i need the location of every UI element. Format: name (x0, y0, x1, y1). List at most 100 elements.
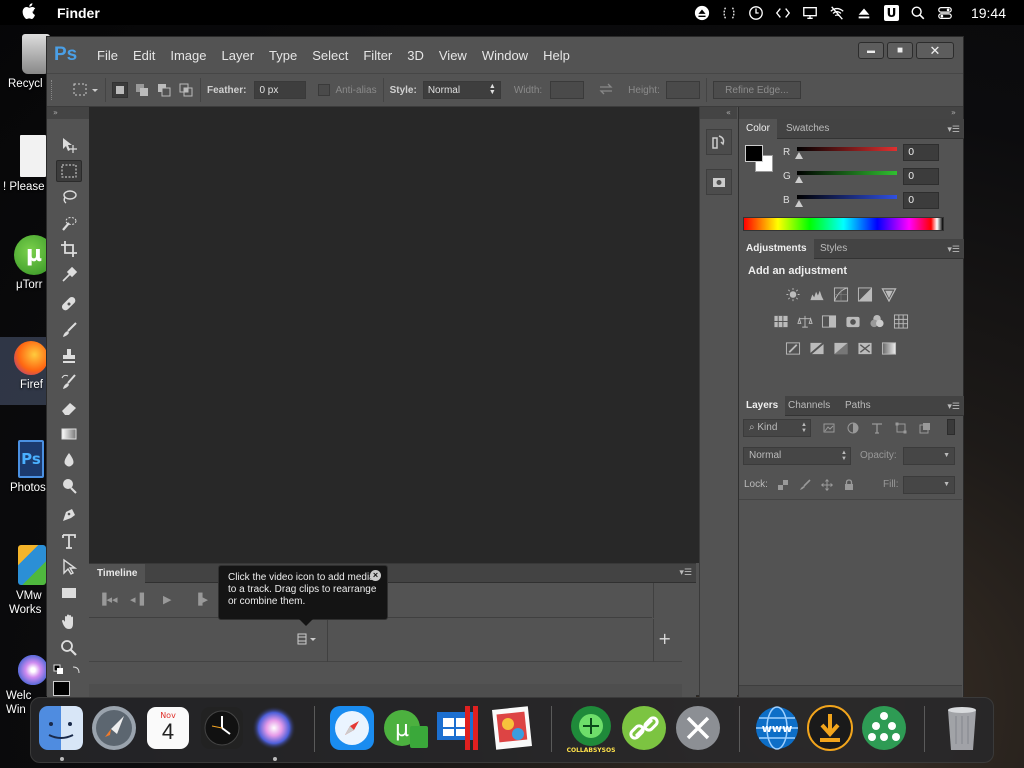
menu-help[interactable]: Help (543, 48, 570, 63)
refine-edge-button[interactable]: Refine Edge... (712, 81, 801, 99)
search-icon[interactable] (905, 0, 932, 25)
history-brush-tool-icon[interactable] (56, 371, 82, 393)
lock-image-pixels-icon[interactable] (799, 479, 811, 491)
color-balance-icon[interactable] (797, 314, 813, 329)
exposure-icon[interactable] (857, 287, 873, 302)
black-white-icon[interactable] (821, 314, 837, 329)
minimize-button[interactable]: ▬ (858, 42, 884, 59)
height-input[interactable] (665, 81, 700, 99)
tab-layers[interactable]: Layers (739, 396, 786, 416)
document-canvas[interactable] (89, 107, 699, 563)
display-icon[interactable] (797, 0, 824, 25)
tab-color[interactable]: Color (739, 119, 777, 139)
levels-icon[interactable] (809, 287, 825, 302)
menu-layer[interactable]: Layer (222, 48, 255, 63)
filter-shape-layers-icon[interactable] (895, 422, 907, 434)
play-icon[interactable]: ▶ (163, 593, 171, 606)
hand-tool-icon[interactable] (56, 611, 82, 633)
intersect-selection-icon[interactable] (178, 82, 194, 98)
dock-trash-icon[interactable] (937, 703, 987, 753)
dock-link-app-icon[interactable] (619, 703, 669, 753)
layer-filter-kind-select[interactable]: ⌕ Kind ▲ ▼ (743, 419, 811, 437)
pen-tool-icon[interactable] (56, 504, 82, 526)
dock-clock-icon[interactable] (197, 703, 247, 753)
invert-icon[interactable] (785, 341, 801, 356)
color-spectrum-ramp[interactable] (743, 217, 944, 231)
green-value-input[interactable]: 0 (903, 168, 939, 185)
blue-slider-knob[interactable] (795, 200, 803, 207)
color-lookup-icon[interactable] (893, 314, 909, 329)
properties-panel-icon[interactable] (706, 169, 732, 195)
dock-parallels-icon[interactable] (434, 703, 484, 753)
active-app-name[interactable]: Finder (57, 5, 100, 21)
add-selection-icon[interactable] (134, 82, 150, 98)
dock-people-network-icon[interactable] (859, 703, 909, 753)
red-value-input[interactable]: 0 (903, 144, 939, 161)
menu-image[interactable]: Image (170, 48, 206, 63)
tab-paths[interactable]: Paths (838, 396, 878, 416)
eraser-tool-icon[interactable] (56, 397, 82, 419)
panel-menu-icon[interactable]: ▾☰ (947, 124, 960, 135)
feather-input[interactable]: 0 px (254, 81, 307, 99)
desktop-icon-photoshop[interactable]: Ps Photos (0, 440, 50, 494)
code-brackets-icon[interactable] (770, 0, 797, 25)
menu-select[interactable]: Select (312, 48, 348, 63)
type-tool-icon[interactable] (56, 530, 82, 552)
width-input[interactable] (550, 81, 585, 99)
vibrance-icon[interactable] (881, 287, 897, 302)
desktop-icon-utorrent[interactable]: µ μTorr (0, 235, 54, 291)
dock-downloads-icon[interactable] (805, 703, 855, 753)
tab-adjustments[interactable]: Adjustments (739, 239, 814, 259)
foreground-color-swatch[interactable] (53, 681, 77, 697)
timeline-track[interactable]: + (89, 619, 682, 662)
panel-collapse-icon[interactable]: « (700, 107, 737, 119)
menu-view[interactable]: View (439, 48, 467, 63)
dock-safari-icon[interactable] (327, 703, 377, 753)
brightness-contrast-icon[interactable] (785, 287, 801, 302)
control-center-icon[interactable] (932, 0, 959, 25)
red-slider[interactable] (797, 147, 897, 151)
audio-wave-icon[interactable] (716, 0, 743, 25)
move-tool-icon[interactable] (56, 134, 82, 156)
tooltip-close-icon[interactable]: × (370, 570, 381, 581)
dock-launchpad-icon[interactable] (89, 703, 139, 753)
filter-smart-objects-icon[interactable] (919, 422, 931, 434)
panel-menu-icon[interactable]: ▾☰ (947, 244, 960, 255)
threshold-icon[interactable] (833, 341, 849, 356)
blue-slider[interactable] (797, 195, 897, 199)
clone-stamp-tool-icon[interactable] (56, 345, 82, 367)
film-strip-icon[interactable] (297, 631, 317, 650)
curves-icon[interactable] (833, 287, 849, 302)
rectangle-tool-icon[interactable] (56, 582, 82, 604)
history-panel-icon[interactable] (706, 129, 732, 155)
time-machine-icon[interactable] (743, 0, 770, 25)
healing-brush-tool-icon[interactable] (56, 293, 82, 315)
menu-edit[interactable]: Edit (133, 48, 155, 63)
zoom-tool-icon[interactable] (56, 637, 82, 659)
lasso-tool-icon[interactable] (56, 186, 82, 208)
go-to-first-frame-icon[interactable]: ▐◂◂ (98, 593, 118, 606)
dock-preview-icon[interactable] (487, 703, 537, 753)
blue-value-input[interactable]: 0 (903, 192, 939, 209)
dock-calendar-icon[interactable]: Nov 4 (143, 703, 193, 753)
blend-mode-select[interactable]: Normal ▲ ▼ (743, 447, 851, 465)
style-select[interactable]: Normal ▲ ▼ (422, 81, 501, 99)
eyedropper-tool-icon[interactable] (56, 264, 82, 286)
brush-tool-icon[interactable] (56, 319, 82, 341)
default-colors-icon[interactable] (53, 664, 83, 680)
menubar-clock[interactable]: 19:44 (971, 5, 1006, 21)
eject-circle-icon[interactable] (689, 0, 716, 25)
green-slider[interactable] (797, 171, 897, 175)
filter-type-layers-icon[interactable] (871, 422, 883, 434)
desktop-icon-recycle-bin[interactable]: Recycl (0, 34, 50, 90)
layers-list[interactable] (739, 499, 962, 684)
color-swatches[interactable] (745, 145, 775, 173)
close-button[interactable]: ✕ (916, 42, 954, 59)
tab-styles[interactable]: Styles (813, 239, 854, 259)
desktop-icon-vmware[interactable]: VMw Works (0, 545, 50, 617)
panel-menu-icon[interactable]: ▾☰ (679, 568, 692, 578)
panel-collapse-icon[interactable]: » (47, 107, 89, 119)
crop-tool-icon[interactable] (56, 238, 82, 260)
posterize-icon[interactable] (809, 341, 825, 356)
quick-selection-tool-icon[interactable] (56, 212, 82, 234)
